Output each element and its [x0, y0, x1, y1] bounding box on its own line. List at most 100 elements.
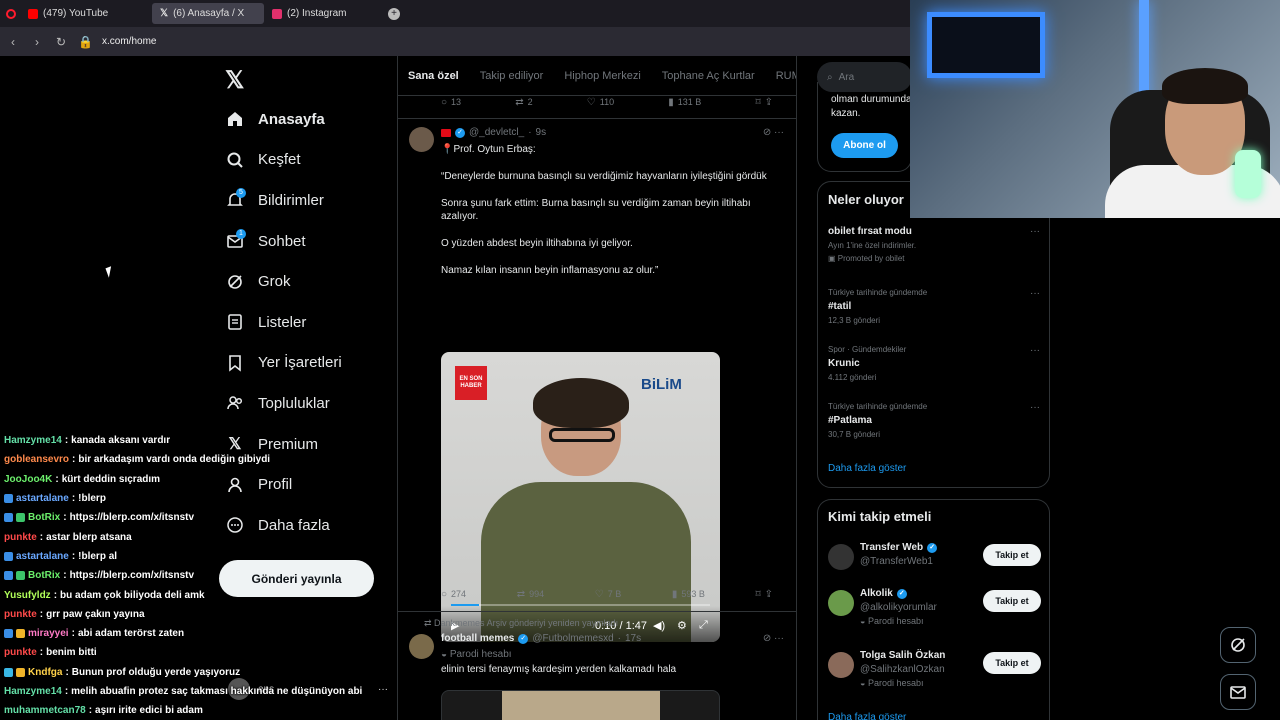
sidebar-item-explore[interactable]: Keşfet	[226, 140, 342, 181]
follow-button[interactable]: Takip et	[983, 590, 1041, 612]
tweet-media[interactable]	[441, 690, 720, 720]
message-badge: 1	[236, 228, 246, 239]
who-to-follow-title: Kimi takip etmeli	[828, 509, 932, 524]
chat-text: bu adam çok biliyoda deli amk	[60, 589, 205, 601]
bookmark-icon[interactable]: ⌑	[755, 97, 760, 108]
share-icon[interactable]: ⇪	[765, 589, 773, 600]
chat-username: JooJoo4K	[4, 473, 53, 485]
tweet[interactable]: ⇄ Dankmemes Arşiv gönderiyi yeniden yayı…	[398, 611, 796, 720]
views-button[interactable]: ▮ 593 B	[672, 589, 705, 600]
instagram-icon	[272, 8, 282, 19]
chat-badge-icon	[16, 667, 25, 677]
follow-suggestion[interactable]: Transfer Web ✓ @TransferWeb1 Takip et	[828, 542, 1041, 582]
mask-icon: ◒	[860, 678, 868, 688]
follow-button[interactable]: Takip et	[983, 652, 1041, 674]
chat-message: BotRix: https://blerp.com/x/itsnstv	[4, 508, 384, 527]
chat-text: abi adam terörst zaten	[77, 628, 185, 640]
avatar[interactable]	[828, 652, 854, 678]
sidebar-item-communities[interactable]: Topluluklar	[226, 383, 342, 424]
reply-button[interactable]: ○ 13	[441, 97, 461, 108]
url-field[interactable]: x.com/home	[102, 36, 156, 47]
subscribe-button[interactable]: Abone ol	[831, 133, 898, 158]
grok-button[interactable]	[1220, 627, 1256, 663]
chat-message: muhammetcan78: aşırı irite edici bi adam	[4, 705, 203, 717]
home-icon	[226, 110, 244, 128]
tweet-header: football memes ✓ @Futbolmemesxd · 17s	[441, 633, 642, 644]
chat-message: gobleansevro: bir arkadaşım vardı onda de…	[4, 454, 271, 466]
bilim-logo: BiLiM	[641, 376, 682, 393]
bookmark-icon[interactable]: ⌑	[755, 589, 760, 600]
show-more-link[interactable]: Daha fazla göster	[828, 712, 906, 720]
trend-more-icon[interactable]: ···	[1030, 402, 1040, 413]
heart-icon: ♡	[594, 588, 604, 600]
like-button[interactable]: ♡ 110	[587, 97, 614, 108]
chat-text: https://blerp.com/x/itsnstv	[69, 512, 195, 524]
repost-button[interactable]: ⇄ 2	[515, 97, 532, 108]
chat-badge-icon	[4, 494, 13, 504]
tweet-text: elinin tersi fenaymış kardeşim yerden ka…	[441, 664, 677, 675]
views-button[interactable]: ▮ 131 B	[668, 97, 701, 108]
trend-item[interactable]: obilet fırsat modu Ayın 1'ine özel indir…	[828, 226, 1040, 263]
sidebar-item-notifications[interactable]: 5 Bildirimler	[226, 180, 342, 221]
mask-icon: ◒	[860, 616, 868, 626]
tweet[interactable]: ✓ @_devletcl_ · 9s ⊘ ··· 📍Prof. Oytun Er…	[398, 118, 796, 642]
sidebar-item-grok[interactable]: Grok	[226, 261, 342, 302]
follow-button[interactable]: Takip et	[983, 544, 1041, 566]
tab-following[interactable]: Takip ediliyor	[480, 70, 544, 82]
chat-username: astartalane	[16, 493, 69, 505]
sidebar-item-bookmarks[interactable]: Yer İşaretleri	[226, 343, 342, 384]
reply-button[interactable]: ○ 274	[441, 589, 466, 600]
repost-note: ⇄ Dankmemes Arşiv gönderiyi yeniden yayı…	[424, 618, 619, 628]
search-icon: ⌕	[827, 71, 833, 83]
avatar[interactable]	[409, 634, 434, 659]
webcam-person-hair	[1162, 68, 1248, 104]
avatar[interactable]	[409, 127, 434, 152]
search-icon	[226, 151, 244, 169]
tab-tophane[interactable]: Tophane Aç Kurtlar	[662, 70, 755, 82]
browser-tab-instagram[interactable]: (2) Instagram	[264, 3, 384, 24]
chat-badge-icon	[4, 571, 13, 581]
tweet-more-icon[interactable]: ⊘ ···	[763, 127, 784, 138]
back-icon[interactable]: ‹	[6, 35, 20, 49]
share-icon[interactable]: ⇪	[765, 97, 773, 108]
show-more-link[interactable]: Daha fazla göster	[828, 463, 906, 474]
parody-label: ◒ Parodi hesabı	[441, 649, 512, 660]
sidebar-item-lists[interactable]: Listeler	[226, 302, 342, 343]
messages-button[interactable]	[1220, 674, 1256, 710]
sidebar-item-home[interactable]: Anasayfa	[226, 99, 342, 140]
repost-icon: ⇄	[516, 588, 526, 600]
avatar[interactable]	[828, 544, 854, 570]
chat-message: punkte: grr paw çakın yayına	[4, 608, 145, 620]
follow-suggestion[interactable]: Tolga Salih Özkan @SalihzkanlOzkan ◒ Par…	[828, 650, 1041, 690]
tweet-more-icon[interactable]: ⊘ ···	[763, 633, 784, 644]
x-logo-icon[interactable]: 𝕏	[225, 66, 244, 95]
like-button[interactable]: ♡ 7 B	[595, 589, 621, 600]
new-tab-button[interactable]: +	[388, 7, 400, 20]
trend-item[interactable]: Türkiye tarihinde gündemde #Patlama 30,7…	[828, 402, 1040, 439]
chat-username: Hamzyme14	[4, 686, 62, 697]
trend-item[interactable]: Spor · Gündemdekiler Krunic 4.112 gönder…	[828, 345, 1040, 382]
opera-icon[interactable]	[6, 8, 16, 19]
repost-button[interactable]: ⇄ 994	[517, 589, 544, 600]
tab-for-you[interactable]: Sana özel	[408, 70, 459, 82]
tab-rumil[interactable]: RUMIL	[776, 70, 796, 82]
avatar[interactable]	[828, 590, 854, 616]
trend-more-icon[interactable]: ···	[1030, 345, 1040, 356]
forward-icon[interactable]: ›	[30, 35, 44, 49]
trend-item[interactable]: Türkiye tarihinde gündemde #tatil 12,3 B…	[828, 288, 1040, 325]
mask-icon: ◒	[441, 649, 450, 660]
follow-suggestion[interactable]: Alkolik ✓ @alkolikyorumlar ◒ Parodi hesab…	[828, 588, 1041, 628]
browser-tab-x[interactable]: 𝕏 (6) Anasayfa / X	[152, 3, 264, 24]
chat-message: punkte: astar blerp atsana	[4, 531, 132, 543]
sidebar-item-messages[interactable]: 1 Sohbet	[226, 221, 342, 262]
notification-badge: 5	[236, 188, 246, 199]
trend-more-icon[interactable]: ···	[1030, 288, 1040, 299]
promoted-icon: ▣	[828, 254, 838, 263]
tweet-header: ✓ @_devletcl_ · 9s	[441, 127, 546, 138]
browser-tab-youtube[interactable]: (479) YouTube	[20, 3, 152, 24]
chat-badge-icon	[16, 571, 25, 581]
lock-icon: 🔒	[78, 34, 93, 49]
tab-hiphop[interactable]: Hiphop Merkezi	[564, 70, 640, 82]
reload-icon[interactable]: ↻	[54, 35, 68, 49]
trend-more-icon[interactable]: ···	[1030, 226, 1040, 237]
